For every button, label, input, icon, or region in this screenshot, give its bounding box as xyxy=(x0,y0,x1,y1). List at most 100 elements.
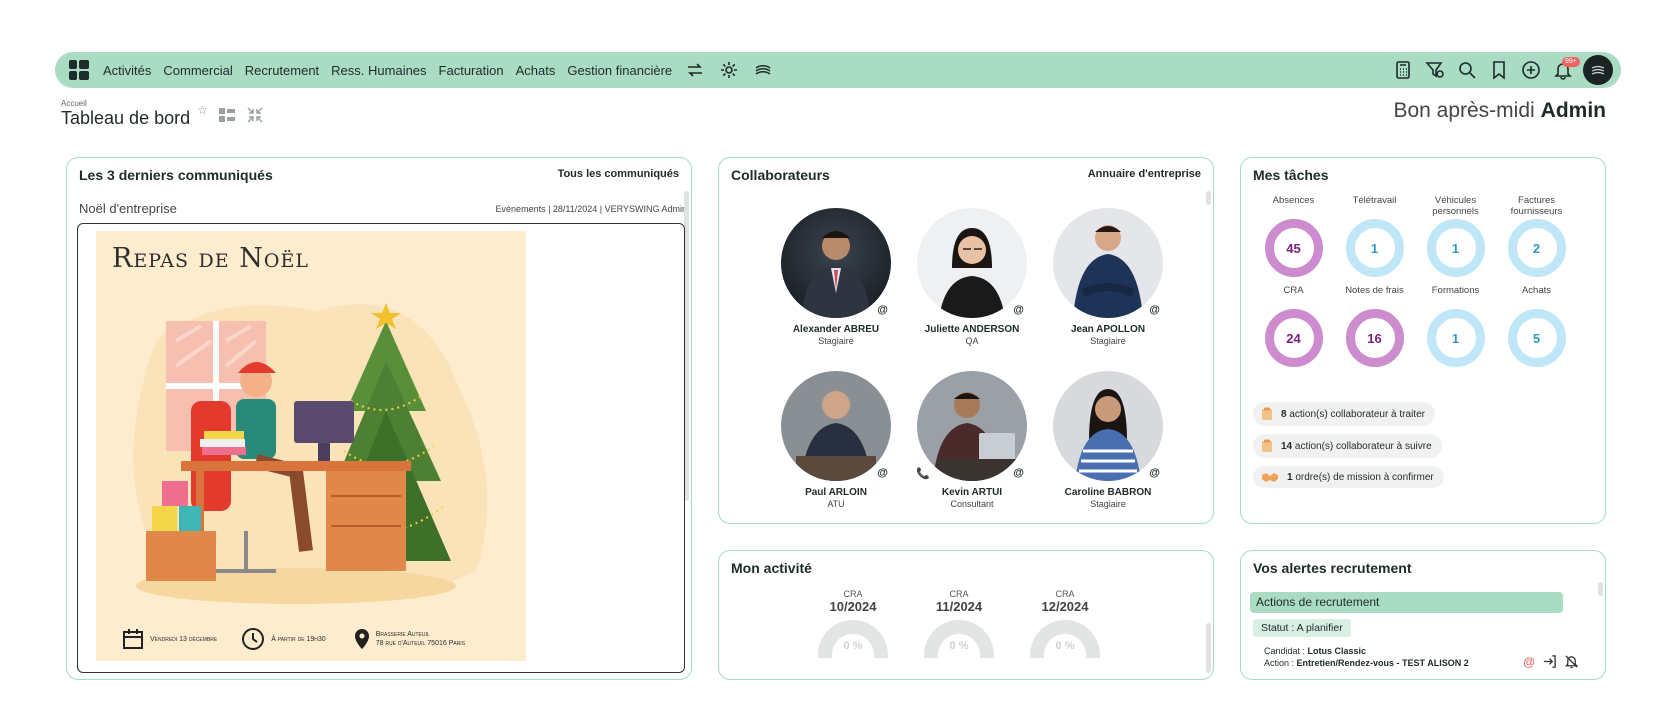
task-notes-de-frais[interactable]: Notes de frais 16 xyxy=(1334,285,1415,367)
notifications-bell-icon[interactable]: 99+ xyxy=(1552,57,1580,81)
all-news-link[interactable]: Tous les communiqués xyxy=(558,168,679,180)
notification-count-badge: 99+ xyxy=(1562,57,1580,67)
clock-icon xyxy=(242,628,265,650)
email-at-icon[interactable]: @ xyxy=(1149,467,1160,479)
cra-gauge[interactable]: CRA 10/2024 0 % xyxy=(818,589,888,658)
actions-to-process-pill[interactable]: 8 action(s) collaborateur à traiter xyxy=(1253,402,1435,426)
task-count-ring[interactable]: 16 xyxy=(1345,309,1404,367)
task-count-ring[interactable]: 1 xyxy=(1426,219,1485,277)
layout-grid-icon[interactable] xyxy=(218,107,236,123)
task-label: Télétravail xyxy=(1352,195,1397,206)
bookmark-icon[interactable] xyxy=(1488,59,1510,81)
task-count-ring[interactable]: 5 xyxy=(1507,309,1566,367)
bell-off-icon[interactable] xyxy=(1564,654,1579,669)
sign-in-arrow-icon[interactable] xyxy=(1542,654,1557,669)
add-circle-icon[interactable] xyxy=(1520,59,1542,81)
nav-item-achats[interactable]: Achats xyxy=(516,63,556,78)
task-cra[interactable]: CRA 24 xyxy=(1253,285,1334,367)
cra-label: CRA xyxy=(1055,589,1075,599)
task-count-ring[interactable]: 1 xyxy=(1426,309,1485,367)
task-achats[interactable]: Achats 5 xyxy=(1496,285,1577,367)
task-absences[interactable]: Absences 45 xyxy=(1253,195,1334,277)
recruitment-alerts-card: Vos alertes recrutement Actions de recru… xyxy=(1240,550,1606,680)
collaborator-photo[interactable] xyxy=(917,208,1027,318)
nav-item-gestion-financiere[interactable]: Gestion financière xyxy=(567,63,672,78)
alert-tools: @ xyxy=(1523,654,1579,669)
collapse-arrows-icon[interactable] xyxy=(246,106,264,124)
settings-gear-icon[interactable] xyxy=(718,59,740,81)
tasks-grid: Absences 45 Télétravail 1 Véhicules pers… xyxy=(1253,195,1593,367)
collaborator-card[interactable]: @ Alexander ABREU Stagiaire xyxy=(768,208,904,346)
favorite-star-icon[interactable]: ☆ xyxy=(197,103,208,117)
cra-percent: 0 % xyxy=(843,640,863,652)
task-count-ring[interactable]: 1 xyxy=(1345,219,1404,277)
collaborator-card[interactable]: @ Paul ARLOIN ATU xyxy=(768,371,904,509)
collaborator-card[interactable]: @ Juliette ANDERSON QA xyxy=(904,208,1040,346)
task-count-ring[interactable]: 45 xyxy=(1264,219,1323,277)
collaborator-card[interactable]: @ Jean APOLLON Stagiaire xyxy=(1040,208,1176,346)
transfer-arrows-icon[interactable] xyxy=(684,59,706,81)
poster-place-name: Brasserie Auteuil xyxy=(375,631,430,638)
email-at-icon[interactable]: @ xyxy=(1013,304,1024,316)
nav-item-recrutement[interactable]: Recrutement xyxy=(245,63,319,78)
task-formations[interactable]: Formations 1 xyxy=(1415,285,1496,367)
task-count-ring[interactable]: 24 xyxy=(1264,309,1323,367)
alerts-scrollbar[interactable] xyxy=(1598,582,1603,596)
collaborator-photo[interactable] xyxy=(1053,208,1163,318)
search-icon[interactable] xyxy=(1456,59,1478,81)
collaborator-photo[interactable] xyxy=(917,371,1027,481)
task-actions: 8 action(s) collaborateur à traiter 14 a… xyxy=(1253,402,1444,488)
user-avatar[interactable] xyxy=(1583,55,1613,85)
logo-swirl-icon[interactable] xyxy=(752,59,774,81)
status-badge: Statut : A planifier xyxy=(1253,619,1351,637)
breadcrumb[interactable]: Accueil xyxy=(61,99,87,108)
actions-to-follow-pill[interactable]: 14 action(s) collaborateur à suivre xyxy=(1253,434,1442,458)
recruitment-actions-header[interactable]: Actions de recrutement xyxy=(1250,592,1563,613)
collaborators-scrollbar[interactable] xyxy=(1206,191,1211,205)
nav-item-activites[interactable]: Activités xyxy=(103,63,151,78)
collaborator-card[interactable]: @ Caroline BABRON Stagiaire xyxy=(1040,371,1176,509)
company-directory-link[interactable]: Annuaire d'entreprise xyxy=(1088,168,1201,180)
email-at-icon[interactable]: @ xyxy=(1013,467,1024,479)
cra-gauge[interactable]: CRA 12/2024 0 % xyxy=(1030,589,1100,658)
candidate-name[interactable]: Lotus Classic xyxy=(1308,646,1367,656)
task-factures[interactable]: Factures fournisseurs 2 xyxy=(1496,195,1577,277)
action-text: ordre(s) de mission à confirmer xyxy=(1295,471,1434,483)
task-label: Formations xyxy=(1431,285,1480,296)
cra-period: 11/2024 xyxy=(935,599,983,614)
activity-scrollbar[interactable] xyxy=(1206,623,1211,673)
phone-icon[interactable]: 📞 xyxy=(916,467,930,480)
action-name[interactable]: Entretien/Rendez-vous - TEST ALISON 2 xyxy=(1297,658,1469,668)
collaborator-role: Consultant xyxy=(950,499,994,509)
nav-item-facturation[interactable]: Facturation xyxy=(439,63,504,78)
apps-grid-icon[interactable] xyxy=(69,60,89,80)
collaborator-photo[interactable] xyxy=(781,371,891,481)
cra-gauge[interactable]: CRA 11/2024 0 % xyxy=(924,589,994,658)
mission-orders-pill[interactable]: 1 ordre(s) de mission à confirmer xyxy=(1253,466,1444,488)
collaborators-card: Collaborateurs Annuaire d'entreprise @ A… xyxy=(718,157,1214,524)
collaborator-name: Paul ARLOIN xyxy=(805,487,867,498)
task-label: Notes de frais xyxy=(1345,285,1404,296)
collaborators-card-title: Collaborateurs xyxy=(731,167,830,183)
task-vehicules[interactable]: Véhicules personnels 1 xyxy=(1415,195,1496,277)
cra-gauge-arc: 0 % xyxy=(818,620,888,658)
nav-item-commercial[interactable]: Commercial xyxy=(163,63,232,78)
collaborator-card[interactable]: 📞 @ Kevin ARTUI Consultant xyxy=(904,371,1040,509)
collaborator-photo[interactable] xyxy=(781,208,891,318)
email-at-icon[interactable]: @ xyxy=(1523,655,1535,669)
filter-money-icon[interactable] xyxy=(1424,59,1446,81)
collaborator-role: QA xyxy=(965,336,979,346)
task-teletravail[interactable]: Télétravail 1 xyxy=(1334,195,1415,277)
email-at-icon[interactable]: @ xyxy=(1149,304,1160,316)
task-count-ring[interactable]: 2 xyxy=(1507,219,1566,277)
cra-percent: 0 % xyxy=(1055,640,1075,652)
news-item-title[interactable]: Noël d'entreprise xyxy=(79,201,177,216)
alert-candidate: Candidat : Lotus Classic xyxy=(1264,646,1366,656)
calculator-icon[interactable] xyxy=(1392,59,1414,81)
email-at-icon[interactable]: @ xyxy=(877,304,888,316)
email-at-icon[interactable]: @ xyxy=(877,467,888,479)
cra-period: 12/2024 xyxy=(1041,599,1089,614)
collaborator-photo[interactable] xyxy=(1053,371,1163,481)
greeting: Bon après-midi Admin xyxy=(1393,99,1606,123)
nav-item-ress-humaines[interactable]: Ress. Humaines xyxy=(331,63,426,78)
